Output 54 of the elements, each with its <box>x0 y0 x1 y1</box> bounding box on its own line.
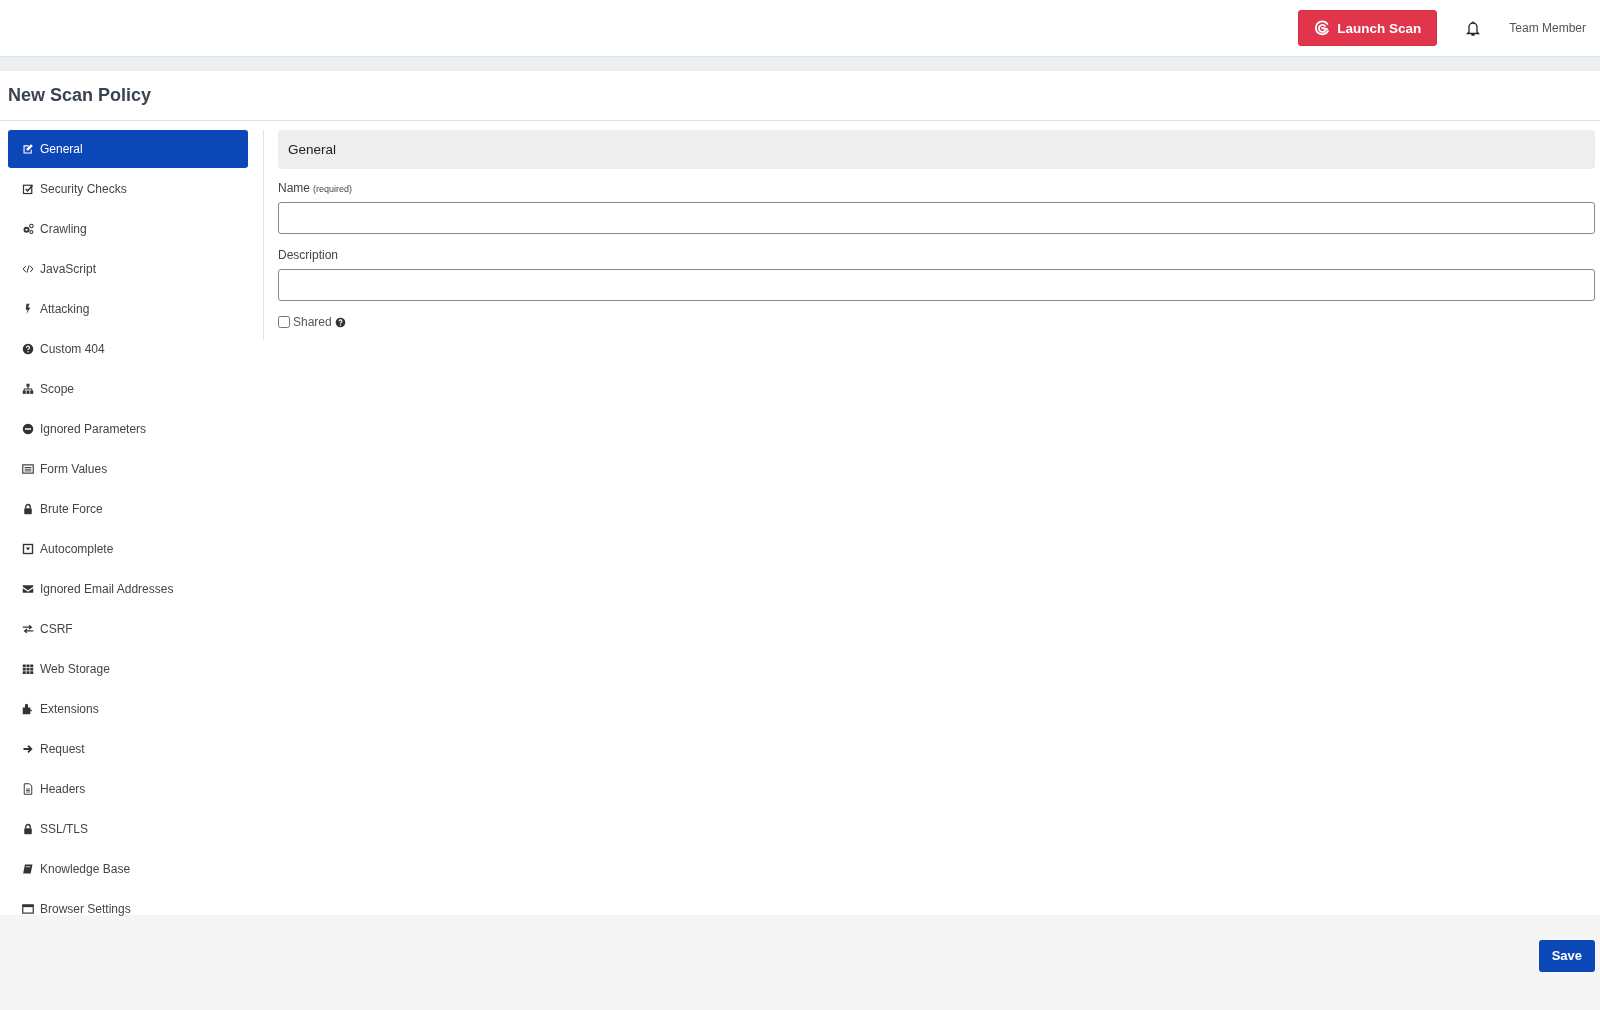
field-label: Name <box>278 181 310 195</box>
list-box-icon <box>22 463 34 475</box>
sidebar-item[interactable]: Autocomplete <box>8 530 248 568</box>
user-name[interactable]: Team Member <box>1509 21 1586 35</box>
arrow-right-icon <box>22 743 34 755</box>
spiral-icon <box>1314 20 1331 36</box>
puzzle-icon <box>22 703 34 715</box>
sidebar-item[interactable]: Ignored Email Addresses <box>8 570 248 608</box>
sidebar-item[interactable]: Brute Force <box>8 490 248 528</box>
sidebar-item[interactable]: Browser Settings <box>8 890 248 928</box>
sidebar-item[interactable]: Scope <box>8 370 248 408</box>
sidebar-item[interactable]: Custom 404 <box>8 330 248 368</box>
sidebar-item[interactable]: Ignored Parameters <box>8 410 248 448</box>
lock-icon <box>22 823 34 835</box>
browser-window-icon <box>22 903 34 915</box>
checkbox-label: Shared <box>293 315 332 329</box>
checked-box-icon <box>22 183 34 195</box>
sidebar-item[interactable]: Form Values <box>8 450 248 488</box>
sidebar-item[interactable]: Request <box>8 730 248 768</box>
book-icon <box>22 863 34 875</box>
text-field[interactable] <box>278 269 1595 301</box>
launch-scan-button[interactable]: Launch Scan <box>1298 10 1438 46</box>
sidebar-item[interactable]: Headers <box>8 770 248 808</box>
sidebar-item[interactable]: CSRF <box>8 610 248 648</box>
help-icon[interactable] <box>334 316 346 328</box>
sidebar-item[interactable]: Knowledge Base <box>8 850 248 888</box>
sidebar-item[interactable]: Attacking <box>8 290 248 328</box>
text-field[interactable] <box>278 202 1595 234</box>
question-circle-icon <box>22 343 34 355</box>
field-label: Description <box>278 248 339 262</box>
dropdown-box-icon <box>22 543 34 555</box>
save-button[interactable]: Save <box>1538 939 1595 972</box>
edit-icon <box>22 143 34 155</box>
minus-circle-icon <box>22 423 34 435</box>
panel-header: General <box>278 130 1595 169</box>
required-hint: (required) <box>313 184 353 194</box>
code-icon <box>22 263 34 275</box>
page-title: New Scan Policy <box>0 71 1600 121</box>
sitemap-icon <box>22 383 34 395</box>
sidebar-item[interactable]: General <box>8 130 248 168</box>
sidebar-item[interactable]: Web Storage <box>8 650 248 688</box>
bell-icon[interactable] <box>1465 19 1482 37</box>
grid-icon <box>22 663 34 675</box>
exchange-icon <box>22 623 34 635</box>
sidebar-item[interactable]: JavaScript <box>8 250 248 288</box>
sidebar-item[interactable]: Extensions <box>8 690 248 728</box>
lock-icon <box>22 503 34 515</box>
sidebar-item[interactable]: SSL/TLS <box>8 810 248 848</box>
shared-checkbox[interactable] <box>278 316 290 328</box>
gears-icon <box>22 223 34 235</box>
document-icon <box>22 783 34 795</box>
sidebar-item[interactable]: Security Checks <box>8 170 248 208</box>
envelope-icon <box>22 583 34 595</box>
sidebar-item[interactable]: Crawling <box>8 210 248 248</box>
